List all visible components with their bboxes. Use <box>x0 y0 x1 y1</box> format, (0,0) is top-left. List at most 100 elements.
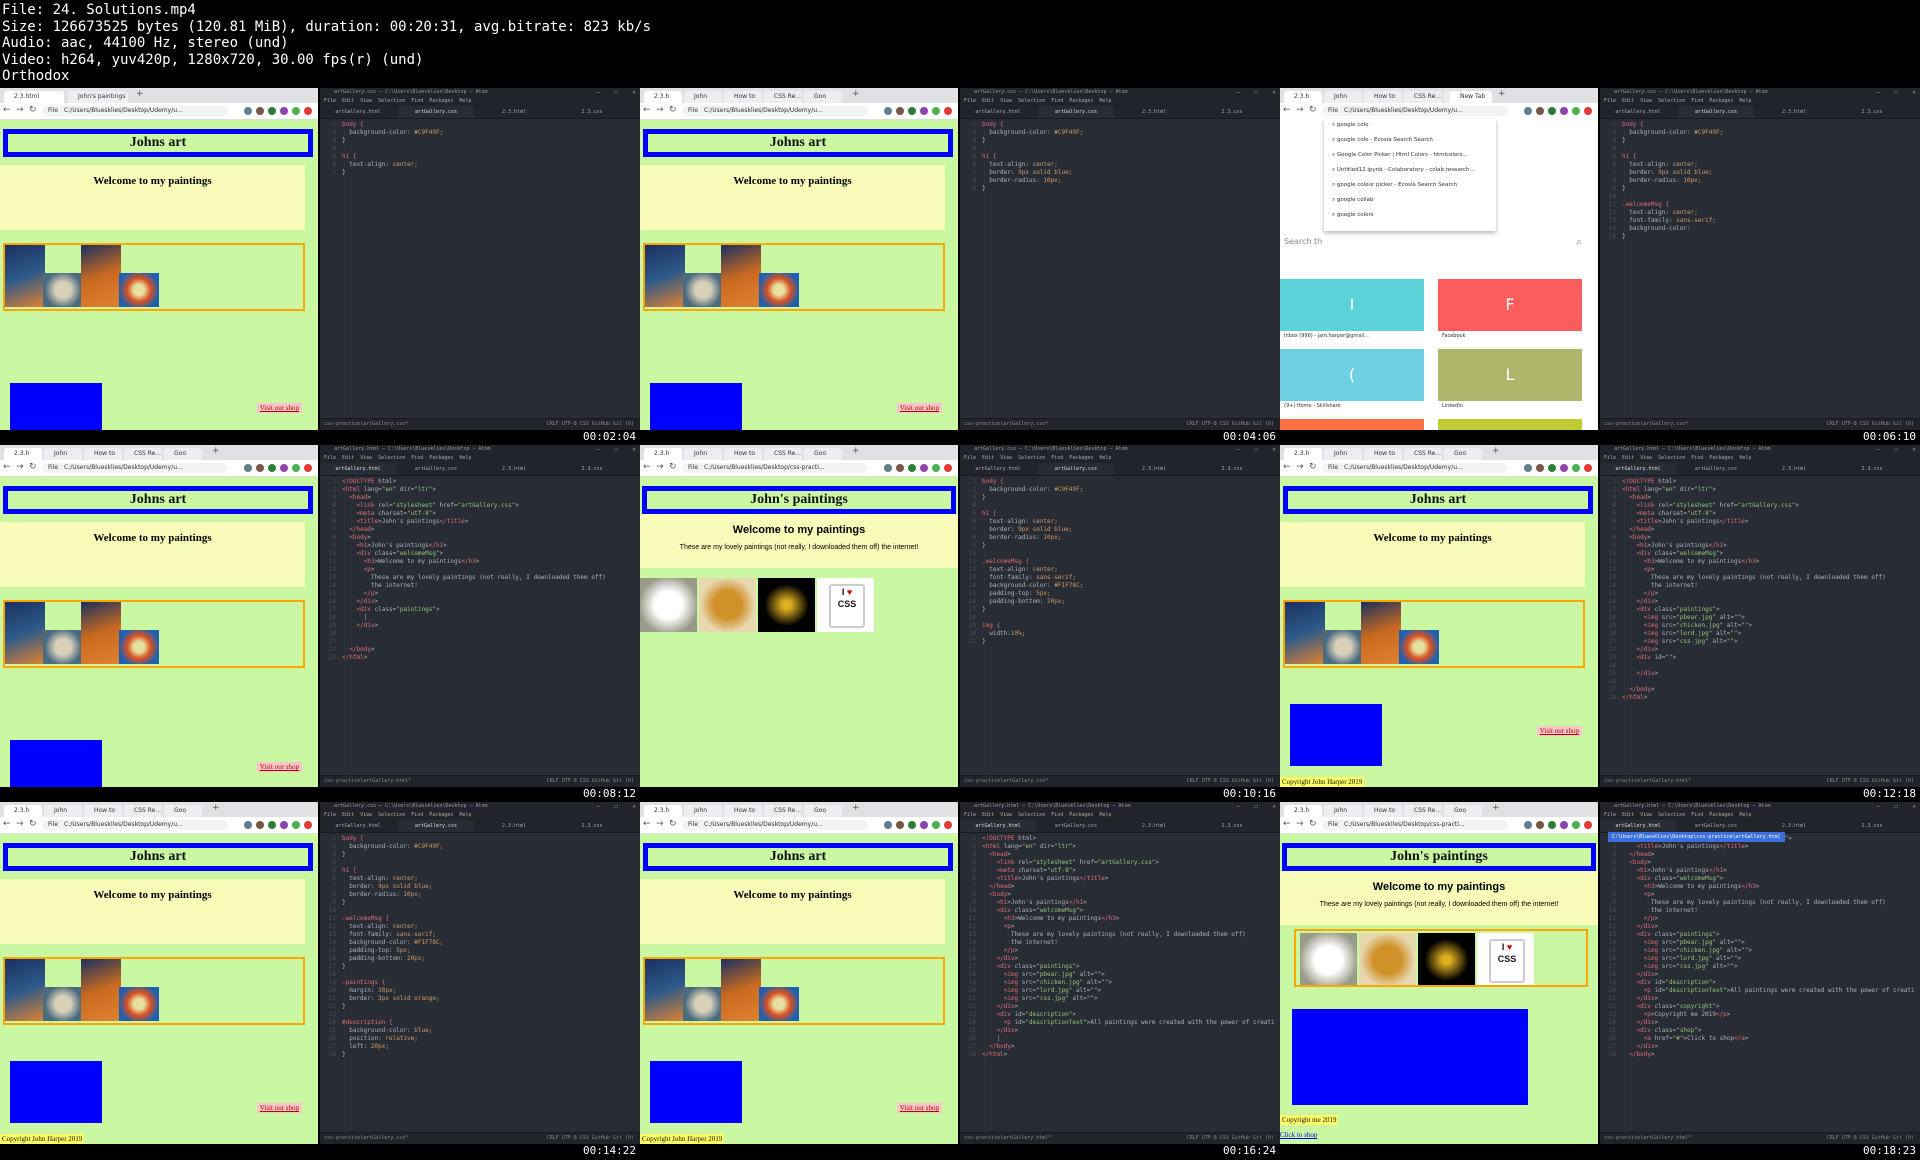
maximize-icon[interactable]: ☐ <box>1894 88 1898 97</box>
forward-arrow-icon[interactable]: → <box>1296 105 1304 115</box>
atom-tab[interactable]: 2.3.css <box>554 820 630 832</box>
browser-tab[interactable]: John <box>1324 448 1362 460</box>
extension-icon[interactable] <box>920 821 928 829</box>
extension-icon[interactable] <box>1572 464 1580 472</box>
atom-tab[interactable]: artGallery.html <box>1600 820 1676 832</box>
atom-tab[interactable]: 2.3.html <box>1116 820 1192 832</box>
browser-tab[interactable]: CSS Re... <box>1404 91 1442 103</box>
autocomplete-suggestion[interactable]: ⌕ google collab <box>1332 197 1374 204</box>
back-arrow-icon[interactable]: ← <box>1283 819 1291 829</box>
atom-tab[interactable]: 2.3.html <box>476 463 552 475</box>
extension-icon[interactable] <box>268 464 276 472</box>
back-arrow-icon[interactable]: ← <box>1283 462 1291 472</box>
extension-icon[interactable] <box>1560 107 1568 115</box>
forward-arrow-icon[interactable]: → <box>16 462 24 472</box>
atom-tab[interactable]: 2.3.html <box>1756 463 1832 475</box>
atom-tab[interactable]: artGallery.css <box>398 463 474 475</box>
minimize-icon[interactable]: ✕ <box>1272 88 1276 97</box>
extension-icon[interactable] <box>244 464 252 472</box>
extension-icon[interactable] <box>280 107 288 115</box>
address-bar[interactable]: File C:/Users/Bluesklies/Desktop/css-prac… <box>682 463 868 473</box>
extension-icon[interactable] <box>920 464 928 472</box>
extension-icon[interactable] <box>896 107 904 115</box>
extension-icon[interactable] <box>280 464 288 472</box>
atom-tab[interactable]: 2.3.html <box>1756 106 1832 118</box>
maximize-icon[interactable]: ☐ <box>1254 88 1258 97</box>
extension-icon[interactable] <box>256 107 264 115</box>
atom-tab[interactable]: artGallery.css <box>1678 106 1754 118</box>
minimize-icon[interactable]: ✕ <box>1272 802 1276 811</box>
shortcut-label[interactable]: (9+) Home - Skillshare <box>1284 403 1341 409</box>
extension-icon[interactable] <box>944 107 952 115</box>
extension-icon[interactable] <box>932 464 940 472</box>
browser-tab[interactable]: Goo <box>1444 448 1482 460</box>
browser-tab[interactable]: 2.3.h <box>1284 91 1322 103</box>
browser-tab[interactable]: 2.3.h <box>644 805 682 817</box>
minimize-icon[interactable]: ✕ <box>632 88 636 97</box>
reload-icon[interactable]: ↻ <box>29 819 37 829</box>
shortcut-label[interactable]: Inbox (996) - jam.harper@gmail... <box>1284 333 1369 339</box>
atom-tab[interactable]: artGallery.html <box>960 820 1036 832</box>
atom-tab[interactable]: artGallery.css <box>1678 820 1754 832</box>
extension-icon[interactable] <box>292 821 300 829</box>
browser-tab[interactable]: Goo <box>804 805 842 817</box>
extension-icon[interactable] <box>944 464 952 472</box>
back-arrow-icon[interactable]: ← <box>643 819 651 829</box>
extension-icon[interactable] <box>920 107 928 115</box>
autocomplete-suggestion[interactable]: ⌕ Untitled12.ipynb - Colaboratory - cola… <box>1332 167 1475 174</box>
extension-icon[interactable] <box>908 107 916 115</box>
atom-tab[interactable]: 2.3.html <box>476 106 552 118</box>
address-bar[interactable]: File C:/Users/Bluesklies/Desktop/Udemy/u.… <box>42 106 228 116</box>
close-icon[interactable]: — <box>1236 88 1240 97</box>
maximize-icon[interactable]: ☐ <box>1254 802 1258 811</box>
extension-icon[interactable] <box>292 464 300 472</box>
browser-tab[interactable]: 2.3.html <box>4 91 64 103</box>
extension-icon[interactable] <box>1584 821 1592 829</box>
extension-icon[interactable] <box>1536 464 1544 472</box>
extension-icon[interactable] <box>884 821 892 829</box>
atom-tab[interactable]: 2.3.css <box>1834 106 1910 118</box>
browser-tab[interactable]: CSS Re... <box>764 91 802 103</box>
browser-tab[interactable]: 2.3.h <box>644 448 682 460</box>
browser-tab[interactable]: How to <box>1364 805 1402 817</box>
close-icon[interactable]: — <box>1236 802 1240 811</box>
shortcut-tile[interactable]: F <box>1438 279 1582 331</box>
atom-tab[interactable]: 2.3.css <box>1834 463 1910 475</box>
extension-icon[interactable] <box>292 107 300 115</box>
shortcut-tile[interactable] <box>1280 419 1424 430</box>
reload-icon[interactable]: ↻ <box>1309 462 1317 472</box>
browser-tab[interactable]: CSS Re... <box>124 448 162 460</box>
new-tab-plus-icon[interactable]: + <box>212 446 220 456</box>
shortcut-tile[interactable] <box>1438 419 1582 430</box>
shop-link[interactable]: Visit our shop <box>896 1103 942 1113</box>
atom-tab[interactable]: 2.3.css <box>554 106 630 118</box>
browser-tab[interactable]: Goo <box>804 448 842 460</box>
extension-icon[interactable] <box>884 107 892 115</box>
atom-tab[interactable]: 2.3.css <box>554 463 630 475</box>
extension-icon[interactable] <box>304 107 312 115</box>
extension-icon[interactable] <box>908 464 916 472</box>
autocomplete-suggestion[interactable]: ⌕ google colo <box>1332 122 1369 129</box>
new-tab-plus-icon[interactable]: + <box>852 446 860 456</box>
extension-icon[interactable] <box>932 821 940 829</box>
atom-tab[interactable]: artGallery.css <box>1038 106 1114 118</box>
address-bar[interactable]: File C:/Users/Bluesklies/Desktop/Udemy/u.… <box>682 820 868 830</box>
extension-icon[interactable] <box>280 821 288 829</box>
browser-tab[interactable]: How to <box>84 805 122 817</box>
extension-icon[interactable] <box>244 107 252 115</box>
reload-icon[interactable]: ↻ <box>29 462 37 472</box>
browser-tab[interactable]: John <box>1324 91 1362 103</box>
browser-tab[interactable]: How to <box>724 805 762 817</box>
atom-tab[interactable]: 2.3.html <box>1756 820 1832 832</box>
forward-arrow-icon[interactable]: → <box>656 819 664 829</box>
extension-icon[interactable] <box>1572 821 1580 829</box>
browser-tab[interactable]: Goo <box>804 91 842 103</box>
shortcut-tile[interactable]: L <box>1438 349 1582 401</box>
extension-icon[interactable] <box>1524 821 1532 829</box>
new-tab-plus-icon[interactable]: + <box>1492 803 1500 813</box>
browser-tab[interactable]: How to <box>724 448 762 460</box>
browser-tab[interactable]: How to <box>1364 448 1402 460</box>
address-bar[interactable]: File C:/Users/Bluesklies/Desktop/Udemy/u.… <box>42 820 228 830</box>
autocomplete-suggestion[interactable]: ⌕ google colo - Ecosia Search Search <box>1332 137 1433 144</box>
browser-tab[interactable]: Goo <box>164 448 202 460</box>
